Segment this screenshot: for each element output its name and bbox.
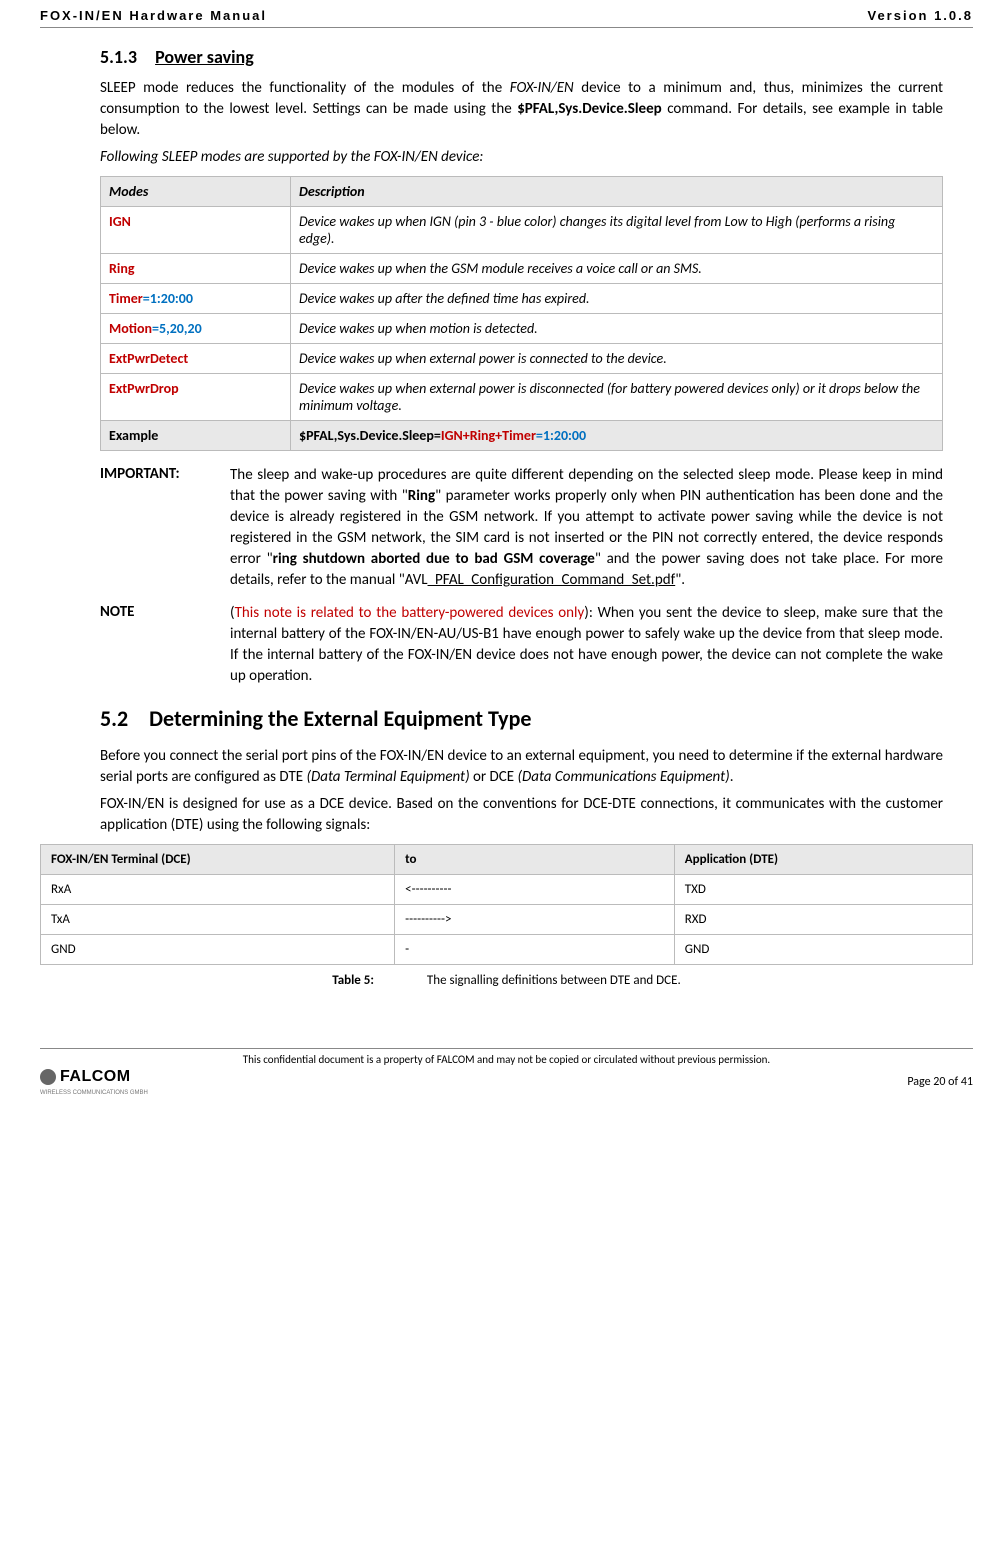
- heading-5-2: 5.2 Determining the External Equipment T…: [100, 705, 943, 732]
- confidential-notice: This confidential document is a property…: [40, 1053, 973, 1066]
- globe-icon: [40, 1069, 56, 1085]
- signals-table: FOX-IN/EN Terminal (DCE) to Application …: [40, 844, 973, 965]
- heading-title: Power saving: [155, 46, 254, 68]
- para-dce-info: FOX-IN/EN is designed for use as a DCE d…: [100, 794, 943, 836]
- modes-th-modes: Modes: [101, 177, 291, 207]
- table-row: Ring Device wakes up when the GSM module…: [101, 254, 943, 284]
- table-row: Motion=5,20,20 Device wakes up when moti…: [101, 314, 943, 344]
- table-row: GND - GND: [41, 935, 973, 965]
- important-body: The sleep and wake-up procedures are qui…: [230, 465, 943, 591]
- header-right: Version 1.0.8: [868, 8, 974, 23]
- para-equipment-intro: Before you connect the serial port pins …: [100, 746, 943, 788]
- modes-th-desc: Description: [291, 177, 943, 207]
- sig-th-to: to: [395, 845, 675, 875]
- note-block: NOTE (This note is related to the batter…: [100, 603, 943, 687]
- modes-table: Modes Description IGN Device wakes up wh…: [100, 176, 943, 451]
- table-row: Timer=1:20:00 Device wakes up after the …: [101, 284, 943, 314]
- page-header: FOX-IN/EN Hardware Manual Version 1.0.8: [40, 0, 973, 28]
- heading-5-1-3: 5.1.3 Power saving: [100, 46, 943, 68]
- heading-num: 5.2: [100, 705, 128, 732]
- table-row: TxA ----------> RXD: [41, 905, 973, 935]
- para-sleep-modes-intro: Following SLEEP modes are supported by t…: [100, 147, 943, 168]
- note-label: NOTE: [100, 603, 230, 687]
- heading-num: 5.1.3: [100, 46, 137, 68]
- important-label: IMPORTANT:: [100, 465, 230, 591]
- heading-title: Determining the External Equipment Type: [149, 705, 531, 732]
- sig-th-dte: Application (DTE): [674, 845, 972, 875]
- para-sleep-intro: SLEEP mode reduces the functionality of …: [100, 78, 943, 141]
- caption-text: The signalling definitions between DTE a…: [427, 973, 681, 988]
- table-row: IGN Device wakes up when IGN (pin 3 - bl…: [101, 207, 943, 254]
- table-row: ExtPwrDetect Device wakes up when extern…: [101, 344, 943, 374]
- pdf-link[interactable]: _PFAL_Configuration_Command_Set.pdf: [428, 571, 676, 589]
- table-row-example: Example $PFAL,Sys.Device.Sleep=IGN+Ring+…: [101, 421, 943, 451]
- note-body: (This note is related to the battery-pow…: [230, 603, 943, 687]
- caption-label: Table 5:: [332, 973, 374, 988]
- sig-th-dce: FOX-IN/EN Terminal (DCE): [41, 845, 395, 875]
- header-left: FOX-IN/EN Hardware Manual: [40, 8, 267, 23]
- important-block: IMPORTANT: The sleep and wake-up procedu…: [100, 465, 943, 591]
- table-caption: Table 5: The signalling definitions betw…: [40, 973, 973, 988]
- table-row: ExtPwrDrop Device wakes up when external…: [101, 374, 943, 421]
- page-footer: This confidential document is a property…: [40, 1048, 973, 1104]
- page-number: Page 20 of 41: [907, 1075, 973, 1089]
- table-row: RxA <---------- TXD: [41, 875, 973, 905]
- falcom-logo: FALCOM WIRELESS COMMUNICATIONS GMBH: [40, 1068, 148, 1096]
